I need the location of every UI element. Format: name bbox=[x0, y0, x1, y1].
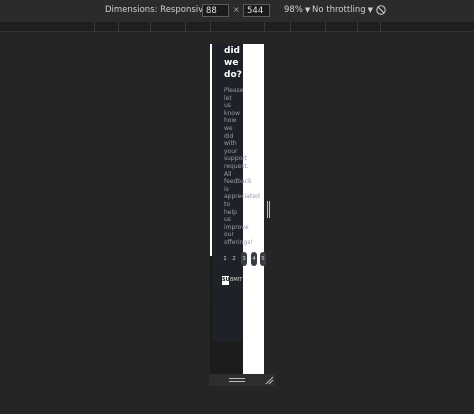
rotate-icon[interactable] bbox=[375, 4, 387, 16]
rating-button-1[interactable]: 1 bbox=[222, 252, 228, 266]
throttling-dropdown[interactable]: No throttling ▼ bbox=[312, 5, 373, 15]
submit-button-highlight: SU bbox=[222, 276, 230, 285]
dimensions-dropdown[interactable]: Dimensions: Responsive▼ bbox=[105, 5, 216, 15]
rating-card-footer bbox=[212, 298, 243, 342]
rating-button-3[interactable]: 3 bbox=[241, 252, 247, 266]
submit-button[interactable]: SUBMIT bbox=[222, 276, 242, 285]
device-toolbar: Dimensions: Responsive▼ 88 × 544 98%▼ No… bbox=[0, 0, 474, 23]
rating-button-4[interactable]: 4 bbox=[251, 252, 257, 266]
rating-buttons: 1 2 3 4 5 bbox=[222, 252, 267, 266]
dimensions-label: Dimensions: Responsive bbox=[105, 5, 209, 15]
throttling-label: No throttling bbox=[312, 5, 366, 15]
caret-down-icon: ▼ bbox=[304, 6, 311, 14]
rating-button-2[interactable]: 2 bbox=[231, 252, 237, 266]
zoom-dropdown[interactable]: 98% ▼ bbox=[284, 5, 310, 15]
dimension-separator: × bbox=[233, 5, 240, 14]
card-description: Please let us know how we did with your … bbox=[224, 87, 260, 246]
width-input[interactable]: 88 bbox=[202, 4, 229, 17]
submit-button-label: BMIT bbox=[230, 277, 243, 283]
right-resize-handle[interactable] bbox=[267, 201, 271, 218]
zoom-label: 98% bbox=[284, 5, 303, 15]
media-query-ruler[interactable] bbox=[0, 22, 474, 32]
rating-button-5[interactable]: 5 bbox=[260, 252, 266, 266]
card-title: did we do? bbox=[224, 46, 242, 80]
resize-handle-icon[interactable] bbox=[265, 376, 274, 385]
page-white-area bbox=[243, 256, 264, 374]
height-input[interactable]: 544 bbox=[243, 4, 270, 17]
caret-down-icon: ▼ bbox=[367, 6, 374, 14]
bottom-resize-handle[interactable] bbox=[229, 378, 245, 382]
